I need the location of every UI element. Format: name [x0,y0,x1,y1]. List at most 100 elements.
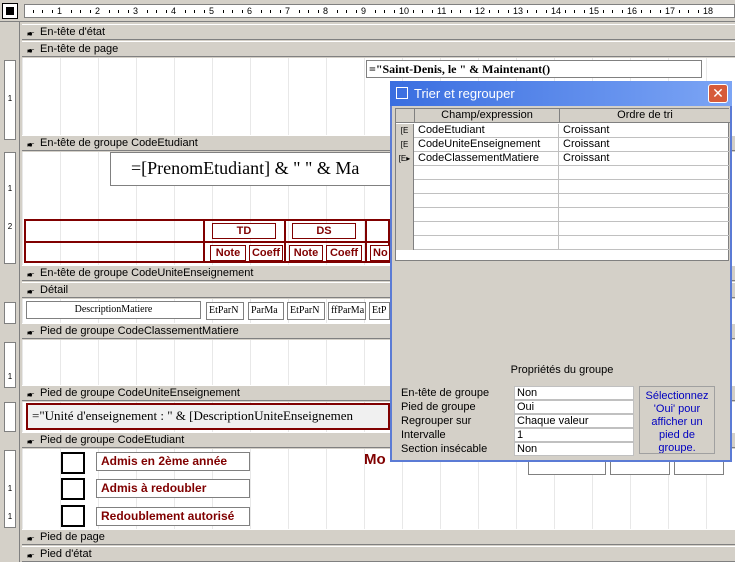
ruler-tick [108,10,110,13]
note-label[interactable]: Note [210,245,246,261]
grid-row[interactable]: [E CodeEtudiant Croissant [396,124,730,138]
section-bar-label: En-tête de page [40,43,119,55]
note-label[interactable]: Note [289,245,323,261]
ruler-tick [355,10,357,13]
sort-group-dialog[interactable]: Trier et regrouper ✕ Champ/expression Or… [390,81,732,462]
current-row-icon[interactable]: [E▸ [396,152,414,166]
section-pointer-icon: 🖝 [27,28,35,39]
note-label[interactable]: No [370,245,390,261]
ruler-tick [450,10,452,13]
sort-grid[interactable]: Champ/expression Ordre de tri [E CodeEtu… [395,108,730,261]
prop-value-interval[interactable]: 1 [514,428,634,442]
etp-textbox[interactable]: EtP [369,302,390,320]
grid-field-cell[interactable]: CodeUniteEnseignement [415,138,559,152]
ruler-tick [612,10,613,13]
grid-row-empty[interactable] [396,194,730,208]
section-bar-page-header[interactable]: 🖝 En-tête de page [22,41,735,57]
prop-row[interactable]: Section insécable Non [401,442,634,456]
prop-row[interactable]: Intervalle 1 [401,428,634,442]
grid-order-cell[interactable]: Croissant [560,152,730,166]
grid-row-empty[interactable] [396,166,730,180]
section-bar-label: Pied de groupe CodeEtudiant [40,434,185,446]
grid-row[interactable]: [E CodeUniteEnseignement Croissant [396,138,730,152]
ruler-tick [393,10,395,13]
student-name-textbox[interactable]: =[PrenomEtudiant] & " " & Ma [110,152,430,186]
ruler-tick [650,10,651,13]
td-label[interactable]: TD [212,223,276,239]
admis-checkbox[interactable] [61,452,85,474]
prop-value-group-footer[interactable]: Oui [514,400,634,414]
grid-row[interactable]: [E▸ CodeClassementMatiere Croissant [396,152,730,166]
prop-value-group-header[interactable]: Non [514,386,634,400]
vruler-mark: 1 [7,372,13,381]
section-pointer-icon: 🖝 [27,533,35,544]
ffparma-textbox[interactable]: ffParMa [328,302,366,320]
ruler-tick [232,10,233,13]
ue-textbox[interactable]: ="Unité d'enseignement : " & [Descriptio… [26,403,390,430]
section-pointer-icon: 🖝 [27,269,35,280]
group-icon[interactable]: [E [396,138,414,152]
vruler-mark: 1 [7,184,13,193]
grid-field-cell[interactable]: CodeClassementMatiere [415,152,559,166]
dialog-titlebar[interactable]: Trier et regrouper ✕ [390,81,732,106]
close-button[interactable]: ✕ [708,84,728,103]
ruler-tick [51,10,53,13]
ds-label[interactable]: DS [292,223,356,239]
prop-value-keep-together[interactable]: Non [514,442,634,456]
grid-order-cell[interactable]: Croissant [560,124,730,138]
grid-order-cell[interactable]: Croissant [560,138,730,152]
coeff-label[interactable]: Coeff [249,245,283,261]
ruler-tick [412,10,414,13]
section-bar-label: En-tête de groupe CodeEtudiant [40,137,198,149]
ruler-tick [203,10,205,13]
prop-row[interactable]: Pied de groupe Oui [401,400,634,414]
ruler-tick [688,10,689,13]
select-report-button[interactable] [2,3,18,19]
section-pointer-icon: 🖝 [27,286,35,297]
redoublement-checkbox[interactable] [61,505,85,527]
ruler-tick [127,10,129,13]
ruler-number: 9 [361,6,367,16]
grid-row-empty[interactable] [396,180,730,194]
prop-label: Pied de groupe [401,401,476,413]
ruler-tick [697,10,699,13]
grid-row-empty[interactable] [396,208,730,222]
col-header-order: Ordre de tri [560,109,730,123]
redoubler-checkbox[interactable] [61,478,85,500]
ruler-tick [70,10,72,13]
ruler-tick [488,10,490,13]
prop-row[interactable]: En-tête de groupe Non [401,386,634,400]
vruler-mark: 1 [7,512,13,521]
ruler-number: 13 [513,6,524,16]
grid-row-empty[interactable] [396,236,730,250]
ruler-number: 1 [57,6,63,16]
description-matiere-textbox[interactable]: DescriptionMatiere [26,301,201,319]
section-bar-page-footer[interactable]: 🖝 Pied de page [22,529,735,545]
etpar-textbox[interactable]: EtParN [287,302,325,320]
group-icon[interactable]: [E [396,124,414,138]
ruler-tick [118,10,119,13]
sorting-grouping-icon [396,87,408,99]
ruler-number: 17 [665,6,676,16]
prop-row[interactable]: Regrouper sur Chaque valeur [401,414,634,428]
prop-label: Intervalle [401,429,446,441]
ruler-tick [194,10,195,13]
section-bar-report-header[interactable]: 🖝 En-tête d'état [22,24,735,40]
vruler-mark: 1 [7,94,13,103]
section-pointer-icon: 🖝 [27,139,35,150]
section-bar-label: Pied de groupe CodeUniteEnseignement [40,387,240,399]
etpar-textbox[interactable]: EtParN [206,302,244,320]
ruler-tick [32,10,34,13]
grid-field-cell[interactable]: CodeEtudiant [415,124,559,138]
vertical-ruler: 1 1 2 1 1 1 [0,22,20,562]
date-textbox[interactable]: ="Saint-Denis, le " & Maintenant() [366,60,702,78]
prop-value-group-on[interactable]: Chaque valeur [514,414,634,428]
ruler-tick [526,10,528,13]
section-bar-report-footer[interactable]: 🖝 Pied d'état [22,546,735,562]
section-pointer-icon: 🖝 [27,389,35,400]
coeff-label[interactable]: Coeff [326,245,362,261]
grid-row-empty[interactable] [396,222,730,236]
ruler-tick [222,10,224,13]
ruler-tick [431,10,433,13]
parma-textbox[interactable]: ParMa [248,302,284,320]
